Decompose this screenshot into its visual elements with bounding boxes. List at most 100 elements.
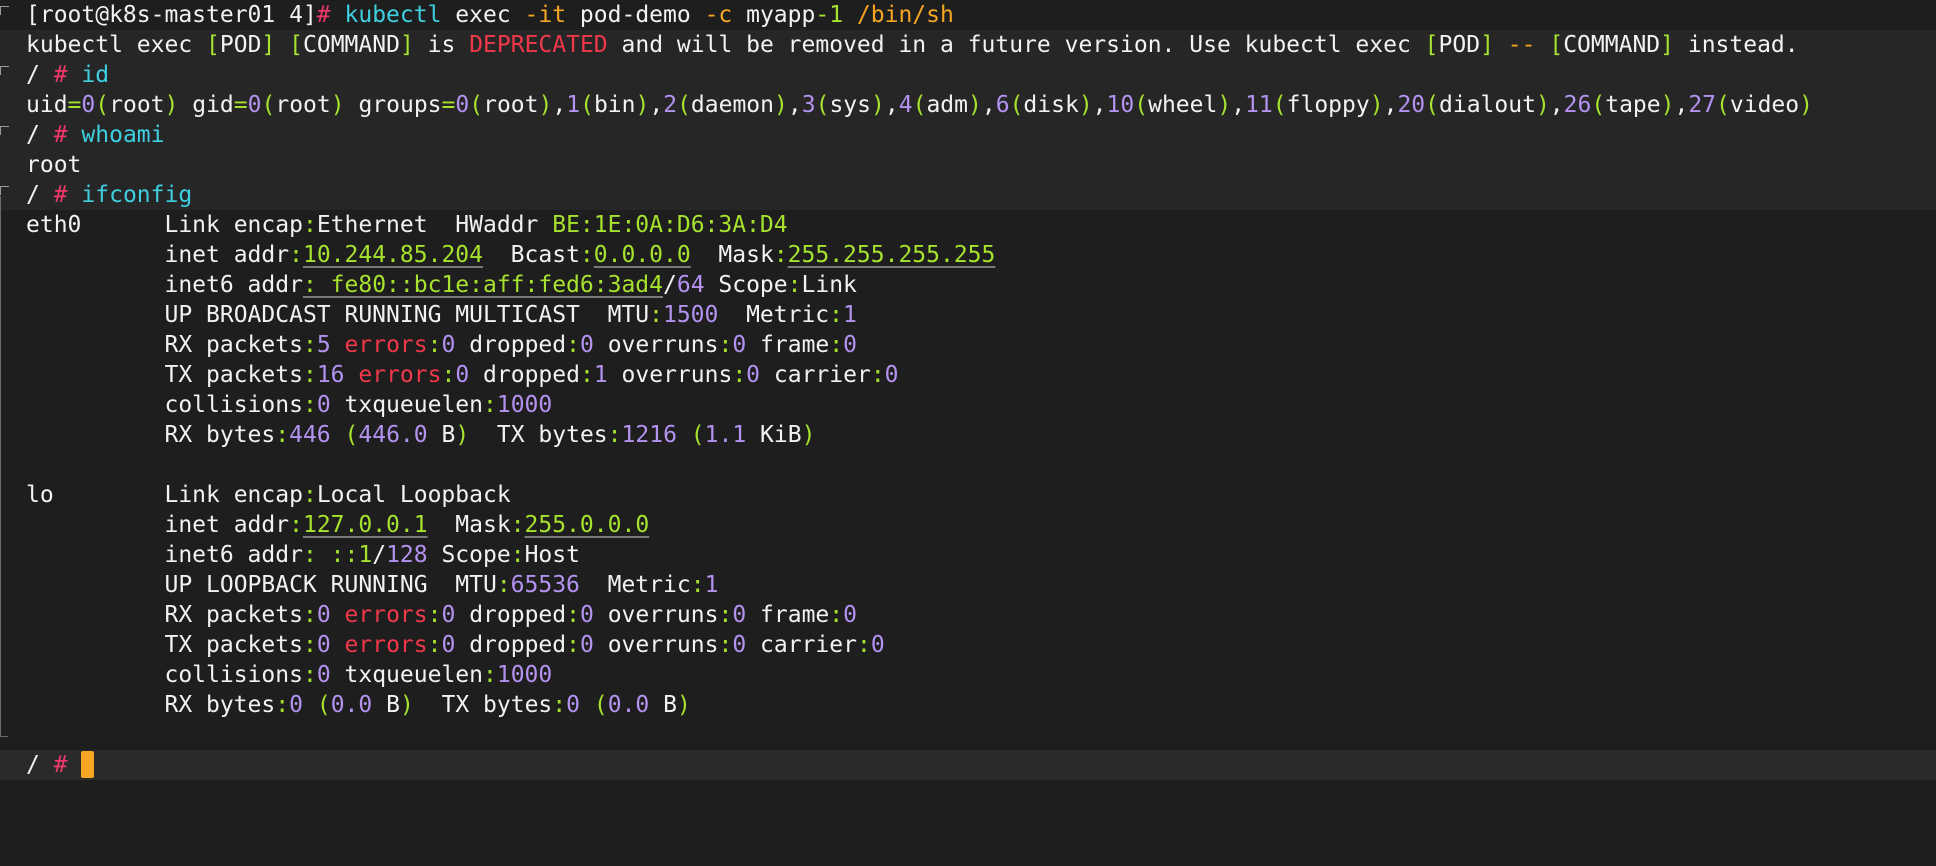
output-block-gutter: [0, 196, 1, 736]
terminal-text-segment: 0: [746, 362, 761, 388]
terminal-text-segment: Bcast: [482, 242, 580, 268]
terminal-line: RX packets:5 errors:0 dropped:0 overruns…: [0, 330, 1936, 360]
terminal-text-segment: ,: [552, 92, 567, 118]
terminal-text-segment: 0: [870, 632, 885, 658]
terminal-text-segment: :: [552, 692, 567, 718]
terminal-text-segment: 1500: [662, 302, 719, 328]
command-block-marker-icon[interactable]: [0, 186, 9, 195]
terminal-text-segment: txqueuelen: [330, 662, 483, 688]
terminal-text-segment: :: [302, 332, 317, 358]
terminal-text-segment: [: [1424, 32, 1439, 58]
terminal-text-segment: :: [510, 512, 525, 538]
terminal-text-segment: 4: [898, 92, 913, 118]
terminal-text-segment: errors: [344, 332, 428, 358]
terminal-text-segment: 65536: [510, 572, 580, 598]
terminal-text-segment: 0: [732, 602, 747, 628]
terminal-text-segment: [: [289, 32, 303, 58]
terminal-text-segment: overruns: [593, 602, 719, 628]
terminal-line: eth0 Link encap:Ethernet HWaddr BE:1E:0A…: [0, 210, 1936, 240]
terminal-text-segment: ): [399, 692, 414, 718]
terminal-text-segment: ]: [261, 32, 276, 58]
terminal-text-segment: 0: [843, 602, 857, 628]
terminal-text-segment: :: [427, 632, 442, 658]
terminal-text-segment: --: [1507, 32, 1536, 58]
command-block-marker-icon[interactable]: [0, 66, 9, 75]
terminal-text-segment: [: [206, 32, 220, 58]
terminal-text-segment: :: [732, 362, 747, 388]
terminal-text-segment: RX bytes: [26, 422, 276, 448]
command-block-marker-icon[interactable]: [0, 126, 9, 135]
terminal-text-segment: #: [53, 62, 68, 88]
terminal-text-segment: ): [801, 422, 816, 448]
terminal-text-segment: kubectl: [344, 2, 442, 28]
terminal-text-segment: :: [856, 632, 871, 658]
terminal-text-segment: 3: [801, 92, 816, 118]
terminal-text-segment: :: [275, 422, 290, 448]
terminal-window[interactable]: [root@k8s-master01 4]# kubectl exec -it …: [0, 0, 1936, 866]
terminal-text-segment: errors: [344, 632, 428, 658]
terminal-text-segment: 16: [316, 362, 345, 388]
terminal-text-segment: B: [427, 422, 456, 448]
terminal-text-segment: (: [690, 422, 705, 448]
terminal-text-segment: collisions: [26, 392, 303, 418]
terminal-line: / # ifconfig: [0, 180, 1936, 210]
terminal-text-segment: ): [330, 92, 345, 118]
command-block-marker-icon[interactable]: [0, 6, 9, 15]
terminal-text-segment: inet addr: [26, 242, 290, 268]
terminal-text-segment: :: [690, 572, 705, 598]
terminal-text-segment: dialout: [1439, 92, 1536, 118]
terminal-text-segment: :: [427, 602, 442, 628]
terminal-text-segment: ,: [884, 92, 899, 118]
terminal-text-segment: DEPRECATED: [469, 32, 608, 58]
terminal-text-segment: (: [1425, 92, 1439, 118]
terminal-text-segment: TX bytes: [469, 422, 608, 448]
terminal-text-segment: overruns: [607, 362, 733, 388]
terminal-text-segment: ): [1535, 92, 1550, 118]
terminal-text-segment: (: [344, 422, 359, 448]
terminal-text-segment: 6: [995, 92, 1010, 118]
terminal-line: UP BROADCAST RUNNING MULTICAST MTU:1500 …: [0, 300, 1936, 330]
terminal-text-segment: (: [1716, 92, 1730, 118]
terminal-text-segment: 27: [1688, 92, 1717, 118]
text-cursor[interactable]: [81, 750, 95, 778]
terminal-text-segment: 0: [732, 332, 747, 358]
terminal-line: / # id: [0, 60, 1936, 90]
terminal-text-segment: 0: [843, 332, 857, 358]
terminal-text-segment: lo Link encap: [26, 482, 303, 508]
terminal-text-segment: /: [662, 272, 677, 298]
terminal-line: UP LOOPBACK RUNNING MTU:65536 Metric:1: [0, 570, 1936, 600]
terminal-text-segment: 20: [1397, 92, 1426, 118]
terminal-line: [root@k8s-master01 4]# kubectl exec -it …: [0, 0, 1936, 30]
terminal-text-segment: B: [372, 692, 400, 718]
terminal-text-segment: /bin/sh: [856, 2, 954, 28]
terminal-text-segment: 1.1: [704, 422, 747, 448]
terminal-text-segment: (: [1272, 92, 1287, 118]
terminal-text-segment: dropped: [455, 602, 567, 628]
terminal-text-segment: #: [53, 122, 68, 148]
terminal-text-segment: 2: [663, 92, 678, 118]
terminal-text-segment: 0: [247, 92, 262, 118]
terminal-line: RX bytes:0 (0.0 B) TX bytes:0 (0.0 B): [0, 690, 1936, 720]
terminal-text-segment: KiB: [746, 422, 802, 448]
terminal-text-segment: :: [302, 482, 317, 508]
terminal-text-segment: :: [579, 362, 594, 388]
terminal-text-segment: #: [316, 2, 345, 28]
terminal-text-segment: exec: [441, 2, 525, 28]
terminal-text-segment: Host: [524, 542, 580, 568]
terminal-text-segment: and will be removed in a future version.…: [607, 32, 1425, 58]
terminal-text-segment: dropped: [455, 332, 567, 358]
terminal-line: RX packets:0 errors:0 dropped:0 overruns…: [0, 600, 1936, 630]
terminal-text-segment: root: [275, 92, 331, 118]
terminal-text-segment: TX bytes: [413, 692, 553, 718]
terminal-text-segment: Metric: [718, 302, 830, 328]
terminal-text-segment: :: [275, 692, 290, 718]
terminal-text-segment: ): [676, 692, 691, 718]
terminal-text-segment: :: [302, 632, 317, 658]
terminal-text-segment: 1000: [496, 662, 553, 688]
terminal-text-segment: 128: [386, 542, 428, 568]
terminal-text-segment: Mask: [427, 512, 511, 538]
terminal-text-segment: UP LOOPBACK RUNNING MTU: [26, 572, 497, 598]
terminal-text-segment: 1: [704, 572, 719, 598]
terminal-line: / # whoami: [0, 120, 1936, 150]
